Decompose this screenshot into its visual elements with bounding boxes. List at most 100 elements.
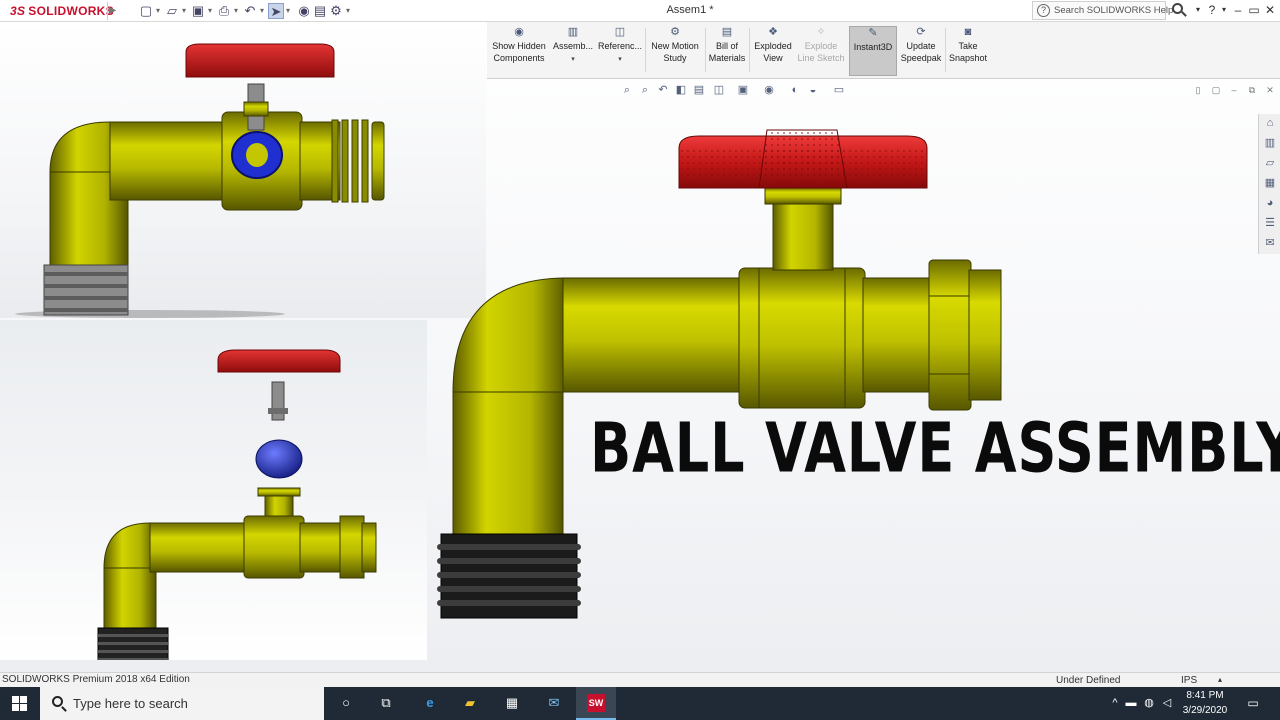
viewport-tile-icon[interactable]: ⧉: [1246, 84, 1258, 96]
store-button[interactable]: ▦: [492, 687, 532, 720]
design-library-icon[interactable]: ▥: [1263, 136, 1277, 150]
restore-icon[interactable]: ▭: [1246, 1, 1262, 19]
exploded-ball: [255, 439, 303, 479]
help-search-box[interactable]: ? Search SOLIDWORKS Help: [1032, 1, 1173, 20]
assembly-features-icon: ▥: [567, 26, 579, 38]
chevron-down-icon[interactable]: ▾: [154, 3, 162, 19]
display-style-icon[interactable]: ▣: [736, 82, 750, 98]
take-snapshot-button[interactable]: ◙ Take Snapshot: [947, 26, 989, 76]
cortana-button[interactable]: ○: [326, 687, 366, 720]
undo-icon[interactable]: ↶: [242, 3, 258, 19]
chevron-down-icon[interactable]: ▾: [551, 54, 595, 66]
mail-button[interactable]: ✉: [534, 687, 574, 720]
file-explorer-button[interactable]: ▰: [450, 687, 490, 720]
taskbar-search-input[interactable]: Type here to search: [73, 696, 188, 711]
print-icon[interactable]: ⎙: [216, 3, 232, 19]
minimize-icon[interactable]: –: [1230, 1, 1246, 19]
clock-date[interactable]: 3/29/2020: [1180, 705, 1230, 716]
network-icon[interactable]: ◍: [1142, 696, 1156, 710]
exploded-view-button[interactable]: ❖ Exploded View: [751, 26, 795, 76]
chevron-down-icon[interactable]: ▾: [597, 54, 643, 66]
home-icon[interactable]: ⌂: [1263, 116, 1277, 130]
viewport-minimize-icon[interactable]: –: [1228, 84, 1240, 96]
clock-time[interactable]: 8:41 PM: [1180, 690, 1230, 701]
main-valve-render[interactable]: [427, 100, 1027, 630]
explode-line-sketch-button: ✧ Explode Line Sketch: [797, 26, 845, 63]
view-settings-icon[interactable]: ▭: [832, 82, 846, 98]
menu-expand-arrow-icon[interactable]: ▶: [107, 2, 117, 20]
store-icon: ▦: [505, 695, 519, 710]
chevron-down-icon[interactable]: ▾: [344, 3, 352, 19]
previous-view-icon[interactable]: ↶: [656, 82, 670, 98]
edit-appearance-icon[interactable]: ◐: [788, 82, 802, 98]
hide-show-items-icon[interactable]: ◉: [762, 82, 776, 98]
action-center-icon[interactable]: ▭: [1246, 696, 1260, 710]
chevron-down-icon[interactable]: ▾: [180, 3, 188, 19]
view-orientation-icon[interactable]: ◫: [712, 82, 726, 98]
viewport-close-icon[interactable]: ✕: [1264, 84, 1276, 96]
exploded-stem: [271, 381, 285, 421]
unit-system-selector[interactable]: IPS: [1181, 675, 1197, 686]
file-explorer-icon[interactable]: ▱: [1263, 156, 1277, 170]
inset-assembled-view: [0, 22, 486, 318]
section-view-icon[interactable]: ◧: [674, 82, 688, 98]
bill-of-materials-button[interactable]: ▤ Bill of Materials: [707, 26, 747, 76]
chevron-down-icon[interactable]: ▾: [206, 3, 214, 19]
open-document-icon[interactable]: ▱: [164, 3, 180, 19]
forum-icon[interactable]: ✉: [1263, 236, 1277, 250]
mail-icon: ✉: [548, 695, 560, 710]
chevron-down-icon[interactable]: ▾: [284, 3, 292, 19]
outlet-nut: [928, 259, 972, 411]
update-speedpak-icon: ⟳: [916, 26, 926, 38]
select-icon[interactable]: ➤: [268, 3, 284, 19]
chevron-down-icon[interactable]: ▾: [258, 3, 266, 19]
assembly-features-button[interactable]: ▥ Assemb... ▾: [551, 26, 595, 76]
bill-of-materials-icon: ▤: [721, 26, 733, 38]
zoom-to-fit-icon[interactable]: ⌕: [620, 82, 634, 98]
divider: [645, 28, 646, 72]
edge-button[interactable]: e: [410, 687, 450, 720]
update-speedpak-button[interactable]: ⟳ Update Speedpak: [899, 26, 943, 76]
battery-icon[interactable]: ▬: [1124, 696, 1138, 710]
view-palette-icon[interactable]: ▦: [1263, 176, 1277, 190]
new-document-icon[interactable]: ▢: [138, 3, 154, 19]
instant3d-button[interactable]: ✎ Instant3D: [849, 26, 897, 76]
apply-scene-icon[interactable]: ◒: [806, 82, 820, 98]
search-icon[interactable]: [1170, 2, 1188, 20]
save-icon[interactable]: ▣: [190, 3, 206, 19]
windows-taskbar: Type here to search ○ ⧉ e ▰ ▦ ✉ SW ^ ▬ ◍…: [0, 687, 1280, 720]
command-manager: ◉ Show Hidden Components ▥ Assemb... ▾ ◫ …: [487, 22, 1280, 79]
cortana-icon: ○: [342, 695, 350, 710]
file-explorer-icon: ▰: [465, 695, 475, 710]
viewport-maximize-icon[interactable]: ▢: [1210, 84, 1222, 96]
custom-properties-icon[interactable]: ☰: [1263, 216, 1277, 230]
solidworks-logo[interactable]: 3S SOLIDWORKS: [10, 4, 114, 18]
viewport-restore-icon[interactable]: ▯: [1192, 84, 1204, 96]
task-view-button[interactable]: ⧉: [366, 687, 406, 720]
chevron-up-icon[interactable]: ▴: [1218, 675, 1222, 684]
volume-icon[interactable]: ◁: [1160, 696, 1174, 710]
reference-geometry-button[interactable]: ◫ Referenc... ▾: [597, 26, 643, 76]
app-name: SOLIDWORKS: [28, 4, 114, 18]
instant3d-icon: ✎: [868, 27, 878, 39]
zoom-to-area-icon[interactable]: ⌕: [638, 82, 652, 98]
file-properties-icon[interactable]: ▤: [312, 3, 328, 19]
overlay-title: BALL VALVE ASSEMBLY: [590, 408, 1280, 489]
chevron-down-icon[interactable]: ▾: [232, 3, 240, 19]
dynamic-annotation-icon[interactable]: ▤: [692, 82, 706, 98]
solidworks-taskbar-button[interactable]: SW: [576, 687, 616, 720]
search-icon: [52, 696, 63, 707]
new-motion-study-button[interactable]: ⚙ New Motion Study: [647, 26, 703, 76]
help-search-input[interactable]: Search SOLIDWORKS Help: [1054, 5, 1173, 16]
edge-icon: e: [426, 695, 434, 710]
options-icon[interactable]: ⚙: [328, 3, 344, 19]
appearances-icon[interactable]: ◕: [1263, 196, 1277, 210]
rebuild-icon[interactable]: ◉: [296, 3, 312, 19]
exploded-view-icon: ❖: [768, 26, 778, 38]
show-hidden-components-button[interactable]: ◉ Show Hidden Components: [489, 26, 549, 76]
start-button[interactable]: [0, 687, 40, 720]
snapshot-icon: ◙: [964, 26, 972, 38]
close-icon[interactable]: ✕: [1262, 1, 1278, 19]
chevron-up-icon[interactable]: ^: [1108, 696, 1122, 710]
taskbar-search-box[interactable]: Type here to search: [40, 687, 324, 720]
